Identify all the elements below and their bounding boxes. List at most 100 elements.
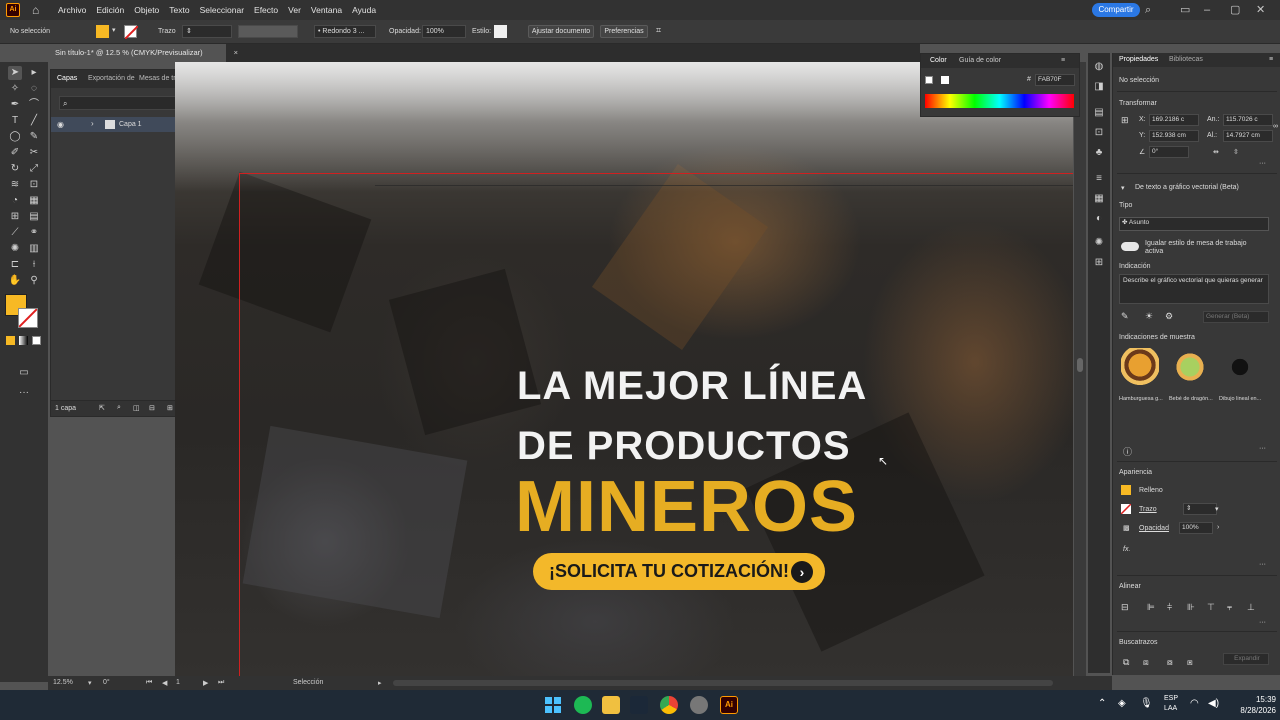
align-bottom-icon[interactable]: ⊥ xyxy=(1247,602,1255,613)
fill-swatch[interactable] xyxy=(1121,485,1131,495)
x-field[interactable]: 169.2186 c xyxy=(1149,114,1199,126)
close-tab-icon[interactable]: × xyxy=(234,44,238,62)
slice-tool-icon[interactable]: ⟊ xyxy=(27,258,41,272)
opacity-field[interactable]: 100% xyxy=(1179,522,1213,534)
scale-icon[interactable]: ⤢ xyxy=(27,162,41,176)
chevron-down-icon[interactable]: ▾ xyxy=(112,26,116,34)
export-icon[interactable]: ⇱ xyxy=(99,404,105,412)
variable-width-field[interactable] xyxy=(238,25,298,38)
arrange-icon[interactable]: ⌗ xyxy=(656,25,661,36)
fill-swatch[interactable] xyxy=(96,25,109,38)
y-field[interactable]: 152.938 cm xyxy=(1149,130,1199,142)
language-indicator[interactable]: ESP LAA xyxy=(1164,694,1178,714)
preferences-button[interactable]: Preferencias xyxy=(600,25,648,38)
chevron-down-icon[interactable]: ▾ xyxy=(1121,184,1125,192)
zoom-tool-icon[interactable]: ⚲ xyxy=(27,274,41,288)
swatches-icon[interactable]: ▦ xyxy=(1093,193,1105,205)
stroke-label[interactable]: Trazo xyxy=(1139,506,1157,513)
eyedropper-icon[interactable]: ⟋ xyxy=(8,226,22,240)
bird-sample-thumbnail[interactable] xyxy=(1221,348,1259,386)
stroke-swatch[interactable] xyxy=(1120,503,1132,515)
stroke-weight-field[interactable]: ⇕ xyxy=(1183,503,1217,515)
align-left-icon[interactable]: ⊫ xyxy=(1147,602,1155,613)
lightbulb-icon[interactable]: ☀ xyxy=(1145,311,1153,322)
tab-capas[interactable]: Capas xyxy=(57,75,77,82)
new-sublayer-icon[interactable]: ⊟ xyxy=(149,404,155,412)
dragon-sample-thumbnail[interactable] xyxy=(1171,348,1209,386)
align-top-icon[interactable]: ⊤ xyxy=(1207,602,1215,613)
transform-icon[interactable]: ⊡ xyxy=(1093,127,1105,139)
brush-icon[interactable]: ✎ xyxy=(27,130,41,144)
gradient-icon[interactable]: ▤ xyxy=(27,210,41,224)
symbol-sprayer-icon[interactable]: ✺ xyxy=(8,242,22,256)
minus-front-icon[interactable]: ⧈ xyxy=(1143,657,1149,668)
headline-line-2[interactable]: DE PRODUCTOS xyxy=(517,424,851,469)
locate-icon[interactable]: ⌕ xyxy=(117,404,121,412)
mesh-icon[interactable]: ⊞ xyxy=(8,210,22,224)
chevron-down-icon[interactable]: ▾ xyxy=(1215,505,1219,513)
expand-button[interactable]: Expandir xyxy=(1223,653,1269,665)
more-options-icon[interactable]: ··· xyxy=(1259,561,1266,568)
library-icon[interactable]: ◨ xyxy=(1093,81,1105,93)
link-icon[interactable]: ∞ xyxy=(1273,123,1278,130)
panel-menu-icon[interactable]: ≡ xyxy=(1269,56,1273,63)
rotate-icon[interactable]: ↻ xyxy=(8,162,22,176)
burger-sample-thumbnail[interactable] xyxy=(1121,348,1159,386)
stroke-swatch[interactable] xyxy=(124,25,139,40)
style-swatch[interactable] xyxy=(494,25,507,38)
menu-archivo[interactable]: Archivo xyxy=(58,5,86,15)
home-icon[interactable]: ⌂ xyxy=(32,4,44,16)
stroke-color-swatch[interactable] xyxy=(18,308,38,328)
perspective-icon[interactable]: ▦ xyxy=(27,194,41,208)
artboard-number[interactable]: 1 xyxy=(176,679,180,686)
ellipse-tool-icon[interactable]: ◯ xyxy=(8,130,22,144)
line-tool-icon[interactable]: ╱ xyxy=(27,114,41,128)
wifi-icon[interactable]: ◠ xyxy=(1190,698,1199,709)
scroll-thumb[interactable] xyxy=(1077,358,1083,372)
clip-mask-icon[interactable]: ◫ xyxy=(133,404,140,412)
document-tab[interactable]: Sin título-1* @ 12.5 % (CMYK/Previsualiz… xyxy=(50,44,238,62)
panel-menu-icon[interactable]: ≡ xyxy=(1061,57,1065,64)
new-layer-icon[interactable]: ⊞ xyxy=(167,404,173,412)
height-field[interactable]: 14.7927 cm xyxy=(1223,130,1273,142)
menu-texto[interactable]: Texto xyxy=(169,5,189,15)
magic-wand-icon[interactable]: ✧ xyxy=(8,82,22,96)
share-button[interactable]: Compartir xyxy=(1092,3,1140,17)
start-icon[interactable] xyxy=(544,696,562,714)
direct-selection-tool-icon[interactable]: ▸ xyxy=(27,66,41,80)
sun-icon[interactable]: ✺ xyxy=(1093,237,1105,249)
graph-tool-icon[interactable]: ▥ xyxy=(27,242,41,256)
more-options-icon[interactable]: ··· xyxy=(1259,445,1266,452)
settings-icon[interactable] xyxy=(690,696,708,714)
menu-ventana[interactable]: Ventana xyxy=(311,5,342,15)
menu-seleccionar[interactable]: Seleccionar xyxy=(200,5,244,15)
horizontal-scrollbar[interactable] xyxy=(393,680,1053,686)
prev-artboard-icon[interactable]: ◀ xyxy=(162,679,167,687)
steam-tray-icon[interactable]: ◈ xyxy=(1118,698,1126,709)
maximize-icon[interactable]: ▢ xyxy=(1230,4,1240,16)
zoom-level[interactable]: 12.5% xyxy=(53,679,73,686)
selection-tool-icon[interactable]: ➤ xyxy=(8,66,22,80)
none-swatch[interactable] xyxy=(925,76,933,84)
generate-button[interactable]: Generar (Beta) xyxy=(1203,311,1269,323)
type-tool-icon[interactable]: T xyxy=(8,114,22,128)
settings-icon[interactable]: ⚙ xyxy=(1165,311,1173,322)
lasso-icon[interactable]: ◌ xyxy=(27,82,41,96)
fx-button[interactable]: fx. xyxy=(1123,546,1130,553)
shaper-icon[interactable]: ✐ xyxy=(8,146,22,160)
last-artboard-icon[interactable]: ⏭ xyxy=(218,679,224,687)
exclude-icon[interactable]: ⧆ xyxy=(1187,657,1193,668)
first-artboard-icon[interactable]: ⏮ xyxy=(146,679,152,687)
tab-bibliotecas[interactable]: Bibliotecas xyxy=(1169,56,1203,63)
tab-guia-color[interactable]: Guía de color xyxy=(959,57,1001,64)
white-swatch[interactable] xyxy=(941,76,949,84)
steam-icon[interactable] xyxy=(630,696,648,714)
curvature-icon[interactable]: ⌒ xyxy=(27,98,41,112)
shape-builder-icon[interactable]: ◔ xyxy=(8,194,22,208)
brushes-icon[interactable]: ◐ xyxy=(1093,213,1105,225)
headline-line-3[interactable]: MINEROS xyxy=(515,466,858,548)
brush-dropdown[interactable]: • Redondo 3 ... xyxy=(314,25,376,38)
blend-icon[interactable]: ⚭ xyxy=(27,226,41,240)
tab-color[interactable]: Color xyxy=(930,57,947,64)
flip-horizontal-icon[interactable]: ⇹ xyxy=(1213,148,1219,156)
